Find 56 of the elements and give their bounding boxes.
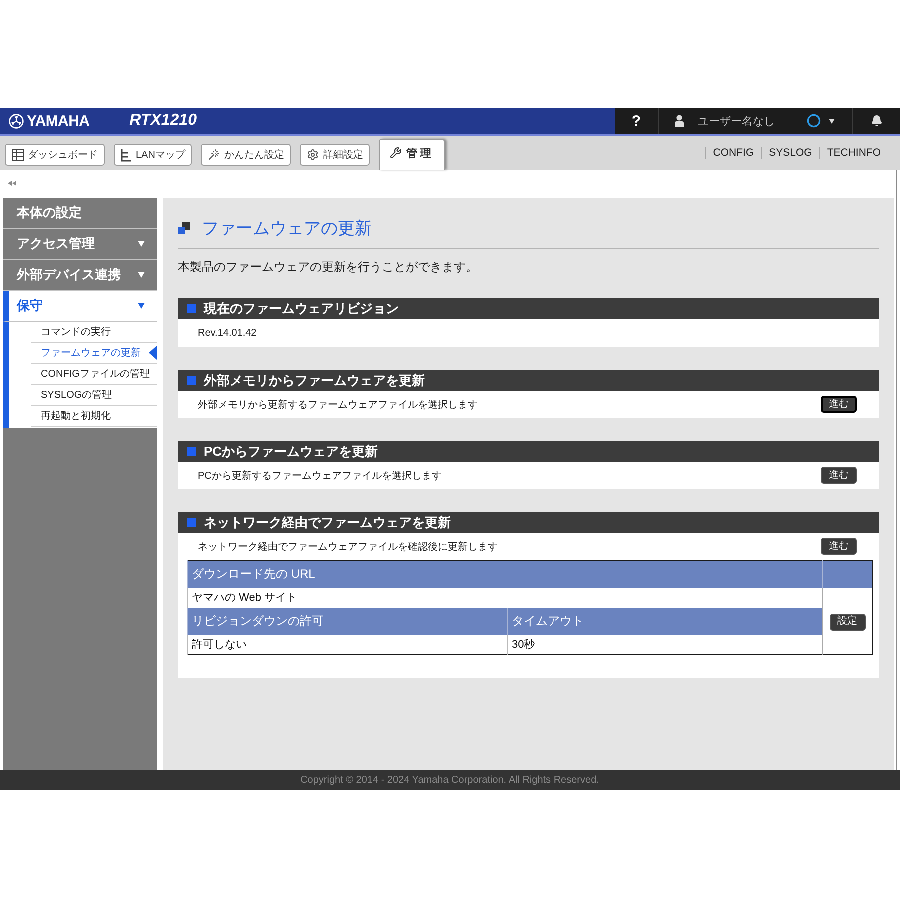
user-menu-button[interactable]: ユーザー名なし bbox=[659, 108, 789, 134]
sidebar-group[interactable]: 保守 bbox=[3, 291, 157, 322]
table-cell: 30秒 bbox=[508, 634, 822, 654]
section-title: ネットワーク経由でファームウェアを更新 bbox=[204, 514, 451, 532]
nav-tab[interactable]: ダッシュボード bbox=[5, 144, 105, 166]
header-link[interactable]: TECHINFO bbox=[819, 147, 888, 159]
wrench-icon bbox=[390, 147, 402, 159]
help-button[interactable]: ? bbox=[615, 108, 659, 134]
square-icon bbox=[187, 376, 196, 385]
header-link[interactable]: CONFIG bbox=[705, 147, 762, 159]
nav-tab[interactable]: LANマップ bbox=[114, 144, 192, 166]
page-description: 本製品のファームウェアの更新を行うことができます。 bbox=[178, 259, 479, 275]
ring-icon bbox=[806, 114, 820, 128]
bell-icon bbox=[870, 115, 882, 127]
header-link[interactable]: SYSLOG bbox=[761, 147, 820, 159]
tree-icon bbox=[121, 148, 132, 162]
user-icon bbox=[675, 115, 684, 127]
table-header-cell: リビジョンダウンの許可 bbox=[188, 608, 508, 634]
selection-pointer-icon bbox=[149, 346, 157, 360]
copyright-text: Copyright © 2014 - 2024 Yamaha Corporation. All Rights Reserved. bbox=[300, 774, 600, 786]
caret-icon bbox=[138, 272, 145, 278]
proceed-button[interactable]: 進む bbox=[821, 467, 857, 484]
table-header-cell: ダウンロード先の URL bbox=[188, 560, 822, 588]
nav-tab[interactable]: 詳細設定 bbox=[300, 144, 370, 166]
section-text: ネットワーク経由でファームウェアファイルを確認後に更新します bbox=[198, 540, 498, 554]
emblem-icon bbox=[9, 114, 24, 128]
square-icon bbox=[187, 447, 196, 456]
table-icon bbox=[12, 149, 24, 161]
square-icon bbox=[187, 518, 196, 527]
table-cell: 許可しない bbox=[188, 634, 508, 654]
table-header-cell: タイムアウト bbox=[508, 608, 822, 634]
model-name: RTX1210 bbox=[130, 112, 197, 130]
section-title: 現在のファームウェアリビジョン bbox=[204, 300, 399, 318]
squares-icon bbox=[178, 222, 190, 234]
proceed-button[interactable]: 進む bbox=[821, 538, 857, 555]
caret-icon bbox=[138, 241, 145, 247]
wand-icon bbox=[208, 149, 220, 161]
nav-tab[interactable]: かんたん設定 bbox=[201, 144, 292, 166]
section-text: Rev.14.01.42 bbox=[198, 328, 257, 338]
section-text: PCから更新するファームウェアファイルを選択します bbox=[198, 470, 442, 482]
section-text: 外部メモリから更新するファームウェアファイルを選択します bbox=[198, 398, 478, 412]
gear-icon bbox=[307, 149, 320, 161]
set-button[interactable]: 設定 bbox=[830, 614, 866, 630]
page-title: ファームウェアの更新 bbox=[202, 218, 372, 240]
nav-tab[interactable]: 管 理 bbox=[379, 139, 445, 170]
table-header-cell bbox=[822, 560, 872, 588]
proceed-button[interactable]: 進む bbox=[821, 396, 857, 413]
caret-icon bbox=[828, 118, 834, 124]
caret-icon bbox=[138, 303, 145, 309]
section-title: 外部メモリからファームウェアを更新 bbox=[204, 372, 425, 390]
square-icon bbox=[187, 304, 196, 313]
section-title: PCからファームウェアを更新 bbox=[204, 442, 378, 460]
table-cell: ヤマハの Web サイト bbox=[188, 588, 822, 608]
brand-name: YAMAHA bbox=[27, 112, 90, 130]
collapse-icon[interactable] bbox=[8, 180, 17, 186]
submenu-item[interactable]: ファームウェアの更新 bbox=[31, 343, 157, 364]
